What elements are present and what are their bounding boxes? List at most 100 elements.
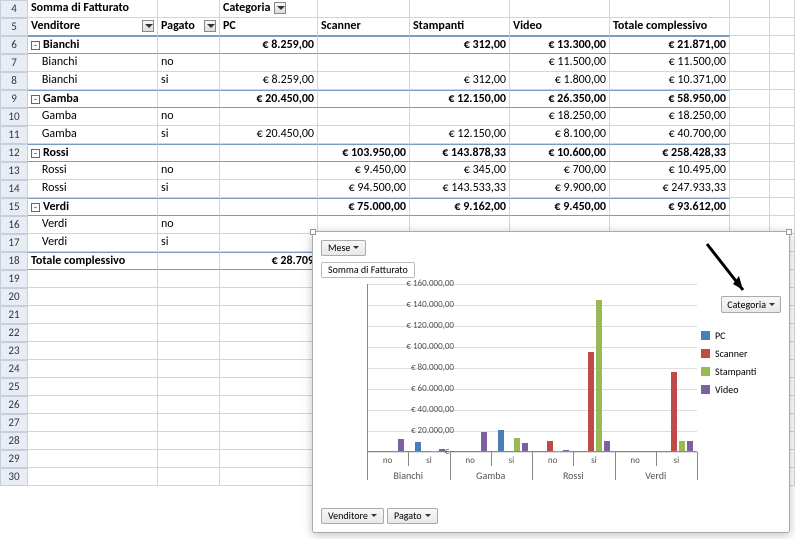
cell[interactable] [770,144,795,162]
cell[interactable] [610,0,730,18]
cell[interactable] [220,450,318,468]
cell[interactable] [158,378,220,396]
pivot-group-row[interactable]: -Rossi [28,144,158,162]
cell[interactable] [770,198,795,216]
collapse-icon[interactable]: - [31,149,40,158]
cell[interactable] [158,432,220,450]
cell[interactable] [220,324,318,342]
dropdown-icon[interactable] [142,20,154,32]
collapse-icon[interactable]: - [31,41,40,50]
cell[interactable] [158,0,220,18]
cell[interactable] [730,180,770,198]
cell[interactable] [510,0,610,18]
cell[interactable] [730,36,770,54]
cell[interactable] [730,198,770,216]
row-header[interactable]: 12 [0,144,28,162]
row-header[interactable]: 5 [0,18,28,36]
row-header[interactable]: 9 [0,90,28,108]
row-header[interactable]: 28 [0,432,28,450]
cell[interactable] [220,342,318,360]
pivot-chart-panel[interactable]: Mese Somma di Fatturato Categoria PCScan… [312,231,790,533]
cell[interactable] [730,54,770,72]
row-header[interactable]: 16 [0,216,28,234]
cell[interactable] [220,270,318,288]
cell[interactable] [770,0,795,18]
cell[interactable] [28,396,158,414]
cell[interactable] [158,324,220,342]
row-header[interactable]: 24 [0,360,28,378]
cell[interactable] [28,378,158,396]
pivot-group-row[interactable]: -Bianchi [28,36,158,54]
cell[interactable] [730,0,770,18]
row-header[interactable]: 7 [0,54,28,72]
cell[interactable] [770,180,795,198]
cell[interactable] [28,414,158,432]
cell[interactable] [158,360,220,378]
cell[interactable] [770,162,795,180]
cell[interactable] [770,90,795,108]
row-header[interactable]: 10 [0,108,28,126]
cell[interactable] [28,270,158,288]
chart-filter-venditore[interactable]: Venditore [321,508,384,524]
cell[interactable] [318,0,410,18]
cell[interactable] [158,90,220,108]
cell[interactable] [770,18,795,36]
cell[interactable] [220,360,318,378]
collapse-icon[interactable]: - [31,203,40,212]
cell[interactable] [158,270,220,288]
cell[interactable] [410,0,510,18]
cell[interactable] [158,468,220,486]
row-header[interactable]: 8 [0,72,28,90]
cell[interactable] [220,432,318,450]
row-header[interactable]: 4 [0,0,28,18]
cell[interactable] [158,36,220,54]
cell[interactable] [28,450,158,468]
cell[interactable] [730,90,770,108]
row-header[interactable]: 14 [0,180,28,198]
cell[interactable] [770,36,795,54]
cell[interactable] [770,126,795,144]
row-header[interactable]: 13 [0,162,28,180]
pivot-group-row[interactable]: -Gamba [28,90,158,108]
cell[interactable] [28,468,158,486]
cell[interactable] [730,126,770,144]
row-header[interactable]: 6 [0,36,28,54]
cell[interactable] [220,414,318,432]
row-header[interactable]: 27 [0,414,28,432]
cell[interactable] [158,450,220,468]
cell[interactable] [770,72,795,90]
collapse-icon[interactable]: - [31,95,40,104]
cell[interactable] [28,306,158,324]
dropdown-icon[interactable] [274,2,286,14]
row-header[interactable]: 29 [0,450,28,468]
row-header[interactable]: 15 [0,198,28,216]
cell[interactable] [730,108,770,126]
pivot-row-field1-dropdown[interactable]: Venditore [28,18,158,36]
row-header[interactable]: 30 [0,468,28,486]
cell[interactable] [770,108,795,126]
cell[interactable] [158,306,220,324]
chart-filter-pagato[interactable]: Pagato [387,508,438,524]
row-header[interactable]: 23 [0,342,28,360]
cell[interactable] [220,468,318,486]
cell[interactable] [28,324,158,342]
row-header[interactable]: 22 [0,324,28,342]
pivot-group-row[interactable]: -Verdi [28,198,158,216]
cell[interactable] [730,18,770,36]
cell[interactable] [28,432,158,450]
cell[interactable] [158,198,220,216]
cell[interactable] [220,288,318,306]
chart-filter-mese[interactable]: Mese [321,240,366,256]
cell[interactable] [158,252,220,270]
cell[interactable] [158,144,220,162]
pivot-row-field2-dropdown[interactable]: Pagato [158,18,220,36]
cell[interactable] [158,342,220,360]
cell[interactable] [158,414,220,432]
cell[interactable] [730,72,770,90]
row-header[interactable]: 19 [0,270,28,288]
cell[interactable] [158,396,220,414]
row-header[interactable]: 21 [0,306,28,324]
cell[interactable] [220,396,318,414]
cell[interactable] [770,54,795,72]
cell[interactable] [28,288,158,306]
